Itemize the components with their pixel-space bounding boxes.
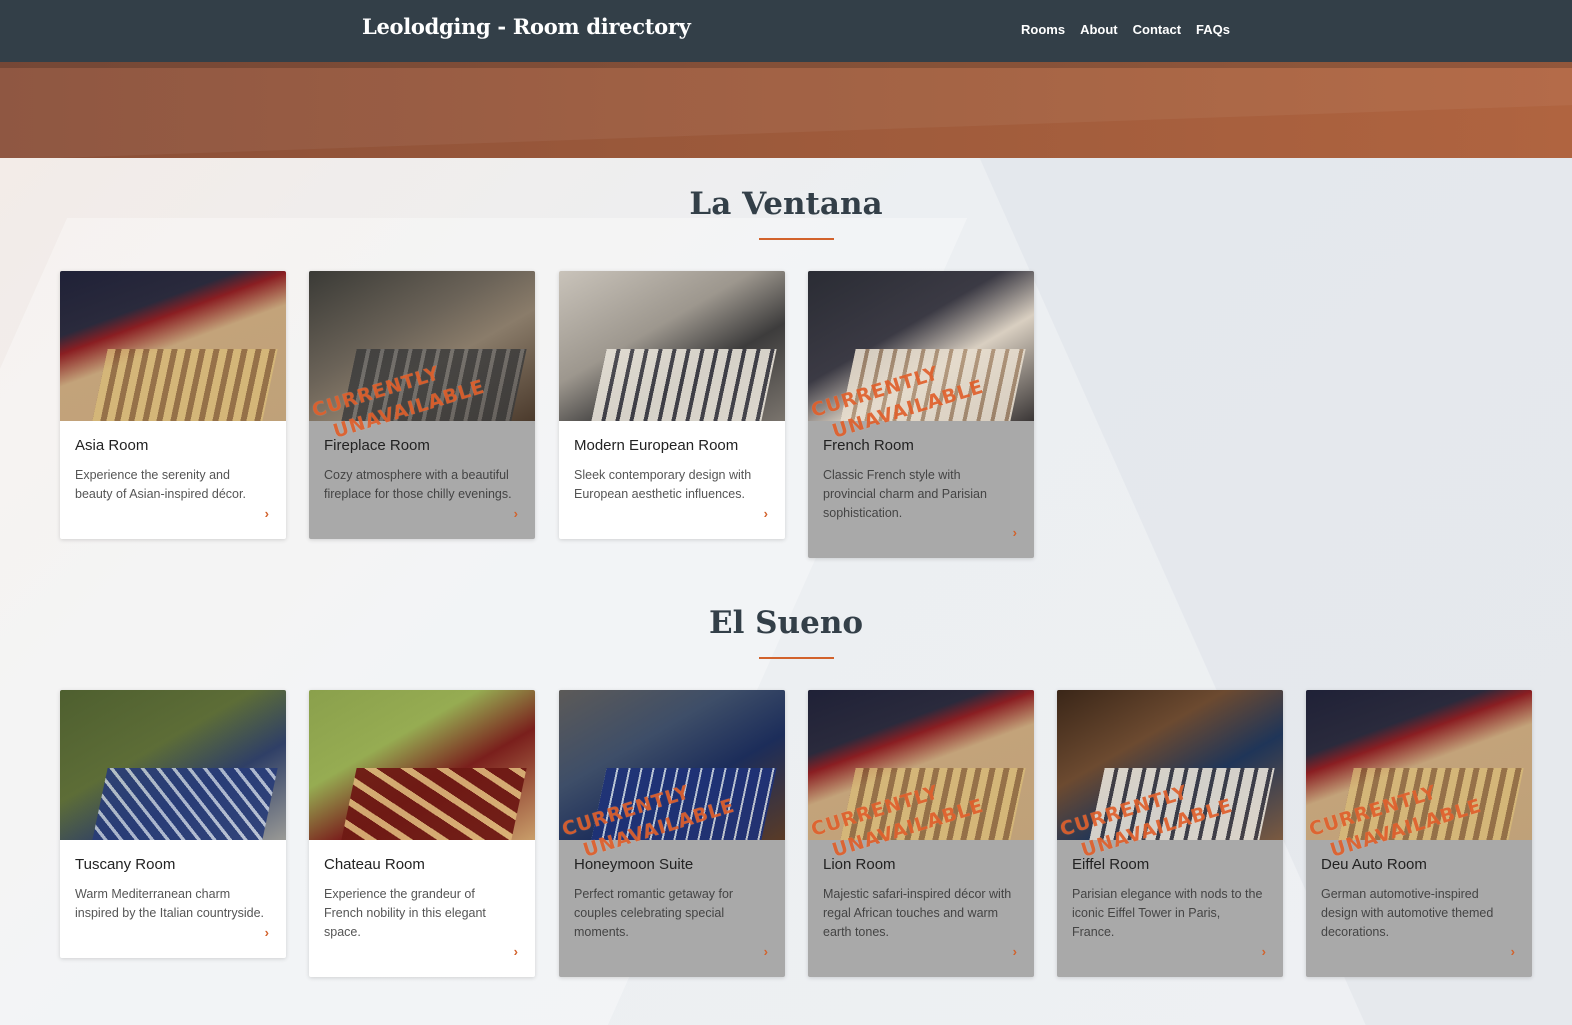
room-card-fireplace[interactable]: CURRENTLY UNAVAILABLE Fireplace Room Cozy… [309,271,535,539]
site-header: Leolodging - Room directory Rooms About … [0,0,1572,62]
room-photo [60,271,286,421]
main-nav: Rooms About Contact FAQs [1021,22,1230,37]
room-card-asia[interactable]: Asia Room Experience the serenity and be… [60,271,286,539]
room-title: Modern European Room [574,437,739,454]
room-description: Warm Mediterranean charm inspired by the… [75,887,264,920]
room-card-deu-auto[interactable]: CURRENTLY UNAVAILABLE Deu Auto Room Germa… [1306,690,1532,977]
nav-rooms[interactable]: Rooms [1021,22,1065,37]
room-description: Classic French style with provincial cha… [823,468,987,520]
room-photo [60,690,286,840]
chevron-right-icon[interactable]: › [75,925,271,940]
room-card-lion[interactable]: CURRENTLY UNAVAILABLE Lion Room Majestic … [808,690,1034,977]
nav-faqs[interactable]: FAQs [1196,22,1230,37]
chevron-right-icon[interactable]: › [823,525,1019,540]
section-underline [759,657,834,659]
room-card-chateau[interactable]: Chateau Room Experience the grandeur of … [309,690,535,977]
room-card-eiffel[interactable]: CURRENTLY UNAVAILABLE Eiffel Room Parisia… [1057,690,1283,977]
room-description: Parisian elegance with nods to the iconi… [1072,887,1263,939]
room-title: Asia Room [75,437,149,454]
room-photo [309,690,535,840]
room-description: Cozy atmosphere with a beautiful firepla… [324,468,512,501]
room-card-modern-european[interactable]: Modern European Room Sleek contemporary … [559,271,785,539]
room-description: Majestic safari-inspired décor with rega… [823,887,1012,939]
room-card-honeymoon-suite[interactable]: CURRENTLY UNAVAILABLE Honeymoon Suite Per… [559,690,785,977]
room-card-tuscany[interactable]: Tuscany Room Warm Mediterranean charm in… [60,690,286,958]
chevron-right-icon[interactable]: › [324,944,520,959]
room-description: Experience the grandeur of French nobili… [324,887,486,939]
chevron-right-icon[interactable]: › [324,506,520,521]
section-title-la-ventana: La Ventana [689,186,883,222]
section-underline [759,238,834,240]
chevron-right-icon[interactable]: › [574,944,770,959]
chevron-right-icon[interactable]: › [823,944,1019,959]
room-description: Perfect romantic getaway for couples cel… [574,887,734,939]
section-title-el-sueno: El Sueno [708,605,864,641]
room-description: Experience the serenity and beauty of As… [75,468,246,501]
room-description: German automotive-inspired design with a… [1321,887,1494,939]
room-title: Chateau Room [324,856,425,873]
chevron-right-icon[interactable]: › [1321,944,1517,959]
nav-contact[interactable]: Contact [1133,22,1181,37]
chevron-right-icon[interactable]: › [1072,944,1268,959]
room-photo [559,271,785,421]
site-title[interactable]: Leolodging - Room directory [362,14,691,39]
room-card-french[interactable]: CURRENTLY UNAVAILABLE French Room Classic… [808,271,1034,558]
nav-about[interactable]: About [1080,22,1118,37]
hero-banner [0,62,1572,158]
chevron-right-icon[interactable]: › [75,506,271,521]
chevron-right-icon[interactable]: › [574,506,770,521]
room-title: Tuscany Room [75,856,176,873]
room-description: Sleek contemporary design with European … [574,468,752,501]
